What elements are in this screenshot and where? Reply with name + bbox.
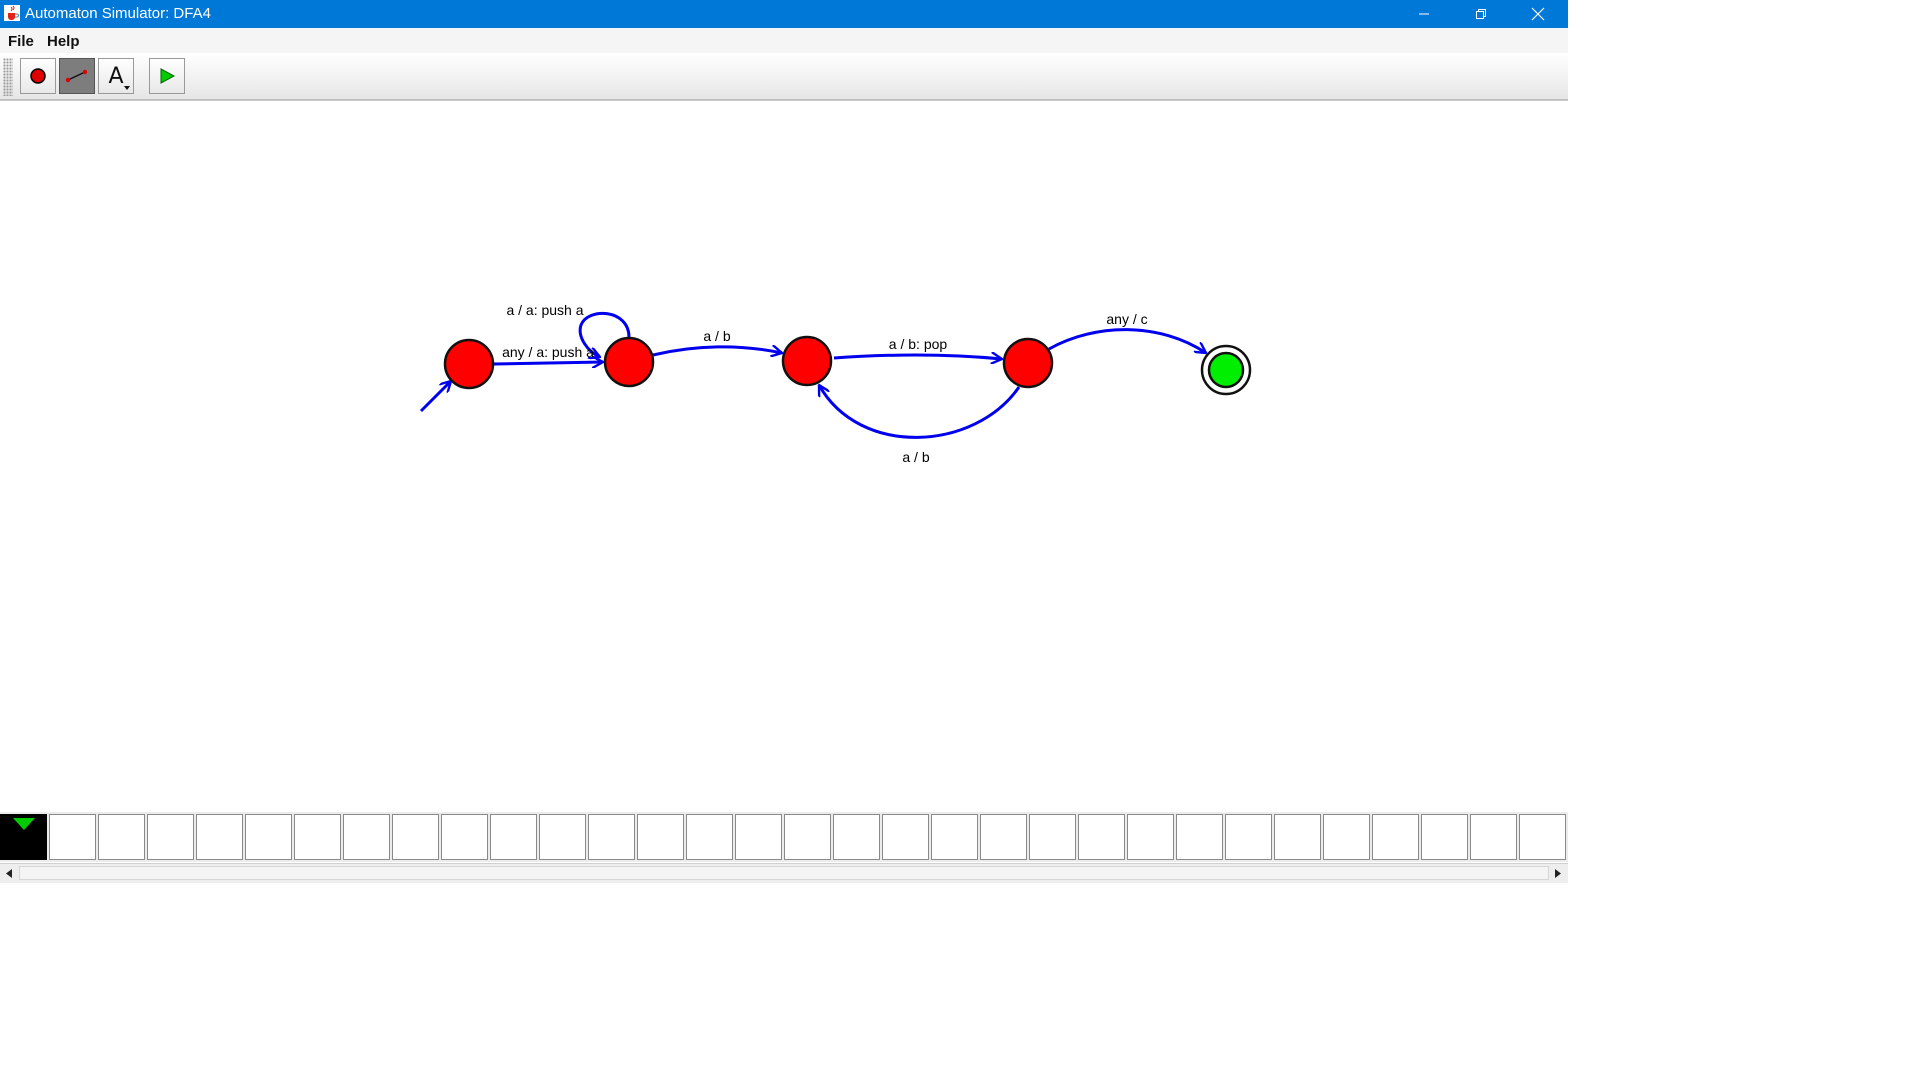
tape-cell[interactable] [294, 814, 341, 860]
tape-cell[interactable] [245, 814, 292, 860]
tape-cell[interactable] [392, 814, 439, 860]
menu-help[interactable]: Help [47, 33, 80, 50]
tape-head-icon [13, 818, 35, 830]
tape-cell[interactable] [980, 814, 1027, 860]
tape-cell[interactable] [1372, 814, 1419, 860]
tape-cell[interactable] [1225, 814, 1272, 860]
toolbar: A [0, 53, 1568, 100]
tape-cell[interactable] [1421, 814, 1468, 860]
minimize-icon [1419, 13, 1429, 15]
tape-cell[interactable] [1274, 814, 1321, 860]
tape-cell[interactable] [196, 814, 243, 860]
automaton-diagram: a / a: push a any / a: push a a / b a / … [419, 302, 1252, 465]
dropdown-arrow-icon [124, 86, 130, 90]
label-q2-q3: a / b: pop [889, 336, 948, 352]
close-icon [1531, 7, 1545, 21]
tape-cell[interactable] [441, 814, 488, 860]
tape-cell[interactable] [1029, 814, 1076, 860]
tape-cell[interactable] [784, 814, 831, 860]
label-q1-q1: a / a: push a [506, 302, 583, 318]
tape-cell[interactable] [637, 814, 684, 860]
transition-q3-q4[interactable] [1048, 328, 1206, 353]
scroll-right-button[interactable] [1549, 864, 1567, 882]
tape-cell[interactable] [686, 814, 733, 860]
add-text-button[interactable]: A [98, 58, 134, 94]
label-q3-q2: a / b [902, 449, 929, 465]
menu-bar: File Help [0, 28, 1568, 53]
scroll-right-icon [1555, 868, 1561, 878]
start-arrow [419, 381, 451, 413]
state-q4-accept[interactable] [1200, 344, 1252, 396]
transition-arrow-icon [65, 69, 88, 83]
minimize-button[interactable] [1395, 0, 1453, 28]
add-state-button[interactable] [20, 58, 56, 94]
tape-cell[interactable] [49, 814, 96, 860]
tape-cell[interactable] [1519, 814, 1566, 860]
tape-cell[interactable] [539, 814, 586, 860]
play-icon [160, 68, 176, 84]
scroll-track[interactable] [19, 866, 1549, 880]
run-simulation-button[interactable] [149, 58, 185, 94]
title-bar: Automaton Simulator: DFA4 [0, 0, 1568, 28]
state-q3[interactable] [1002, 337, 1054, 389]
tape-cell[interactable] [931, 814, 978, 860]
java-cup-icon [4, 5, 20, 21]
automaton-canvas[interactable]: a / a: push a any / a: push a a / b a / … [0, 100, 1568, 813]
tape-cell[interactable] [1176, 814, 1223, 860]
tape-cell[interactable] [1127, 814, 1174, 860]
state-q2[interactable] [781, 335, 833, 387]
maximize-button[interactable] [1452, 0, 1510, 28]
label-q3-q4: any / c [1106, 311, 1147, 327]
tape-cell[interactable] [147, 814, 194, 860]
close-button[interactable] [1509, 0, 1567, 28]
label-q0-q1: any / a: push a [502, 344, 594, 360]
transition-q3-q2[interactable] [817, 385, 1021, 439]
tape-cell[interactable] [833, 814, 880, 860]
transition-q2-q3[interactable] [833, 355, 1002, 359]
tape [0, 812, 1568, 862]
tape-cell[interactable] [343, 814, 390, 860]
window-title: Automaton Simulator: DFA4 [25, 5, 211, 22]
tape-cell[interactable] [735, 814, 782, 860]
scroll-left-icon [6, 868, 12, 878]
label-q1-q2: a / b [703, 328, 730, 344]
menu-file[interactable]: File [8, 33, 34, 50]
maximize-icon [1476, 9, 1486, 19]
tape-cell[interactable] [882, 814, 929, 860]
transition-q1-q2[interactable] [652, 347, 782, 355]
tape-cell[interactable] [98, 814, 145, 860]
state-circle-icon [30, 68, 46, 84]
state-q1[interactable] [603, 336, 655, 388]
add-transition-button[interactable] [59, 58, 95, 94]
text-tool-icon: A [108, 63, 124, 89]
horizontal-scrollbar[interactable] [0, 863, 1568, 883]
toolbar-grip[interactable] [3, 58, 13, 96]
tape-cell[interactable] [1470, 814, 1517, 860]
tape-cell[interactable] [1323, 814, 1370, 860]
state-q0[interactable] [443, 338, 495, 390]
tape-head-cell[interactable] [0, 814, 47, 860]
scroll-left-button[interactable] [0, 864, 18, 882]
tape-cell[interactable] [1078, 814, 1125, 860]
tape-cell[interactable] [490, 814, 537, 860]
tape-cell[interactable] [588, 814, 635, 860]
transition-q0-q1[interactable] [492, 362, 603, 364]
